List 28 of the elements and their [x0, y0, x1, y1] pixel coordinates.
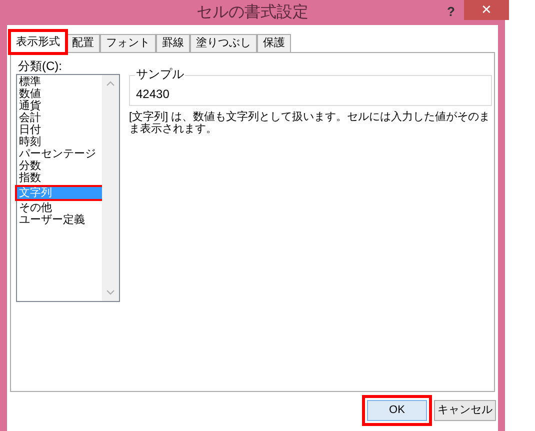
category-item[interactable]: 通貨	[17, 100, 102, 112]
category-item[interactable]: 標準	[17, 76, 102, 88]
category-label: 分類(C):	[18, 58, 62, 75]
sample-value: 42430	[136, 87, 170, 101]
category-item[interactable]: 指数	[17, 172, 102, 184]
category-item[interactable]: 日付	[17, 124, 102, 136]
tab[interactable]: 罫線	[156, 34, 190, 52]
sample-label: サンプル	[135, 67, 185, 81]
tab[interactable]: 配置	[66, 34, 100, 52]
scrollbar[interactable]	[102, 75, 119, 301]
tab[interactable]: フォント	[100, 34, 156, 52]
dialog-button[interactable]: キャンセル	[434, 400, 496, 421]
category-item[interactable]: 時刻	[17, 136, 102, 148]
tab[interactable]: 保護	[257, 34, 291, 52]
close-button[interactable]: ✕	[464, 0, 509, 20]
tab[interactable]: 表示形式	[10, 31, 66, 53]
category-item[interactable]: 会計	[17, 112, 102, 124]
description-text: [文字列] は、数値も文字列として扱います。セルには入力した値がそのまま表示されます。	[129, 111, 492, 135]
category-item[interactable]: 分数	[17, 160, 102, 172]
category-item[interactable]: 数値	[17, 88, 102, 100]
scroll-up-icon[interactable]	[106, 81, 115, 86]
window-title: セルの書式設定	[196, 2, 308, 22]
category-item[interactable]: その他	[17, 202, 102, 214]
category-item[interactable]: ユーザー定義	[17, 214, 102, 226]
category-item[interactable]: パーセンテージ	[17, 148, 102, 160]
help-button[interactable]: ?	[447, 2, 455, 22]
scroll-down-icon[interactable]	[106, 290, 115, 295]
tab[interactable]: 塗りつぶし	[190, 34, 257, 52]
